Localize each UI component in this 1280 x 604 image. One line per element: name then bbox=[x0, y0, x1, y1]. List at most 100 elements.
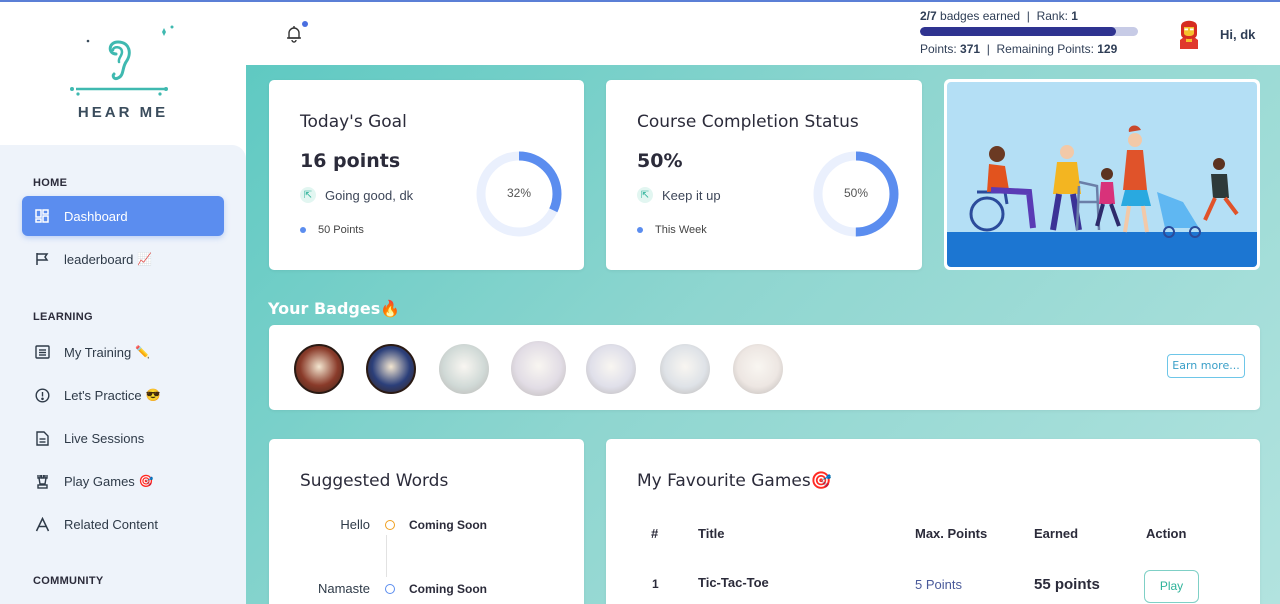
sunglasses-emoji-icon: 😎 bbox=[145, 388, 161, 402]
col-header-number: # bbox=[651, 526, 659, 541]
word-status: Coming Soon bbox=[409, 581, 487, 596]
badge-hawk[interactable] bbox=[660, 344, 710, 394]
legend-dot bbox=[300, 227, 306, 233]
timeline-dot bbox=[385, 583, 395, 594]
sidebar-item-label: Live Sessions bbox=[64, 430, 145, 446]
badge-eagle[interactable] bbox=[294, 344, 344, 394]
badge-owl-large[interactable] bbox=[511, 341, 566, 396]
sidebar-item-my-training[interactable]: My Training ✏️ bbox=[22, 332, 224, 372]
progress-stats: 2/7 badges earned | Rank: 1 Points: 371 … bbox=[920, 9, 1150, 56]
points-label: Points: bbox=[920, 42, 957, 56]
app-name: HEAR ME bbox=[77, 104, 169, 121]
list-icon bbox=[34, 344, 50, 360]
letter-a-icon bbox=[34, 516, 50, 532]
chess-rook-icon bbox=[34, 473, 50, 489]
word-row[interactable]: Namaste Coming Soon bbox=[304, 581, 487, 596]
timeline-line bbox=[386, 535, 387, 577]
badges-earned-text: badges earned bbox=[940, 9, 1021, 23]
section-home: HOME bbox=[33, 177, 68, 189]
section-learning: LEARNING bbox=[33, 311, 93, 323]
sidebar-nav: HOME Dashboard leaderboard 📈 LEARNING My… bbox=[0, 145, 246, 604]
card-title: Suggested Words bbox=[300, 471, 449, 491]
goal-donut: 32% bbox=[473, 148, 565, 240]
badge-owl-portrait[interactable] bbox=[586, 344, 636, 394]
badge-owl[interactable] bbox=[366, 344, 416, 394]
sidebar-item-lets-practice[interactable]: Let's Practice 😎 bbox=[22, 375, 224, 415]
game-earned-points: 55 points bbox=[1034, 576, 1100, 593]
inclusive-people-illustration bbox=[947, 82, 1257, 267]
card-title: Course Completion Status bbox=[637, 112, 859, 132]
suggested-words-card: Suggested Words Hello Coming Soon Namast… bbox=[269, 439, 584, 604]
progress-fill bbox=[920, 27, 1117, 36]
user-greeting: Hi, dk bbox=[1220, 27, 1256, 42]
sidebar-item-play-games[interactable]: Play Games 🎯 bbox=[22, 461, 224, 501]
badges-rank-line: 2/7 badges earned | Rank: 1 bbox=[920, 9, 1078, 23]
card-title: My Favourite Games🎯 bbox=[637, 471, 832, 491]
rank-label: Rank: bbox=[1036, 9, 1068, 23]
word-row[interactable]: Hello Coming Soon bbox=[304, 517, 487, 532]
word-status: Coming Soon bbox=[409, 517, 487, 532]
sidebar-item-live-sessions[interactable]: Live Sessions bbox=[22, 418, 224, 458]
points-line: Points: 371 | Remaining Points: 129 bbox=[920, 42, 1118, 56]
word-text: Namaste bbox=[317, 581, 370, 596]
completion-sub: This Week bbox=[637, 224, 707, 236]
completion-trend: ⇱ Keep it up bbox=[637, 187, 721, 203]
badge-phoenix[interactable] bbox=[733, 344, 783, 394]
notification-bell-icon[interactable] bbox=[284, 24, 304, 44]
course-completion-card: Course Completion Status 50% ⇱ Keep it up… bbox=[606, 80, 922, 270]
badges-title-text: Your Badges bbox=[268, 299, 381, 318]
app-logo[interactable]: HEAR ME bbox=[0, 2, 246, 145]
badges-progress-bar bbox=[920, 27, 1138, 36]
user-avatar[interactable] bbox=[1172, 16, 1206, 50]
document-icon bbox=[34, 430, 50, 446]
sidebar-item-leaderboard[interactable]: leaderboard 📈 bbox=[22, 239, 224, 279]
section-community: COMMUNITY bbox=[33, 575, 104, 587]
fire-emoji-icon: 🔥 bbox=[380, 299, 401, 318]
top-header: 2/7 badges earned | Rank: 1 Points: 371 … bbox=[246, 2, 1280, 65]
games-title-text: My Favourite Games bbox=[637, 471, 811, 491]
game-title[interactable]: Tic-Tac-Toe bbox=[698, 575, 769, 590]
completion-donut: 50% bbox=[810, 148, 902, 240]
rank-value: 1 bbox=[1071, 9, 1078, 23]
play-button[interactable]: Play bbox=[1144, 570, 1199, 603]
badges-section-title: Your Badges🔥 bbox=[268, 299, 400, 318]
main-content: Today's Goal 16 points ⇱ Going good, dk 5… bbox=[246, 65, 1280, 604]
sidebar-item-dashboard[interactable]: Dashboard bbox=[22, 196, 224, 236]
hero-illustration bbox=[944, 79, 1260, 270]
goal-percent: 32% bbox=[506, 186, 532, 200]
completion-percent: 50% bbox=[843, 186, 869, 200]
target-emoji-icon: 🎯 bbox=[810, 471, 832, 491]
alert-circle-icon bbox=[34, 387, 50, 403]
sidebar-item-related-content[interactable]: Related Content bbox=[22, 504, 224, 544]
sidebar-item-label: Related Content bbox=[64, 516, 158, 532]
sidebar-item-label: leaderboard bbox=[64, 251, 134, 267]
col-header-earned: Earned bbox=[1034, 526, 1079, 541]
completion-trend-text: Keep it up bbox=[662, 187, 721, 203]
goal-value: 16 points bbox=[300, 150, 401, 172]
goal-trend: ⇱ Going good, dk bbox=[300, 187, 413, 203]
notification-dot bbox=[302, 21, 308, 27]
game-max-points: 5 Points bbox=[915, 577, 962, 592]
goal-trend-text: Going good, dk bbox=[325, 187, 414, 203]
badge-falcon[interactable] bbox=[439, 344, 489, 394]
earn-more-button[interactable]: Earn more... bbox=[1167, 354, 1245, 378]
trend-arrow-icon: ⇱ bbox=[637, 187, 653, 203]
timeline-dot bbox=[385, 519, 395, 530]
favourite-games-card: My Favourite Games🎯 # Title Max. Points … bbox=[606, 439, 1260, 604]
card-title: Today's Goal bbox=[300, 112, 407, 132]
completion-sub-text: This Week bbox=[655, 224, 707, 236]
goal-sub: 50 Points bbox=[300, 224, 364, 236]
remaining-label: Remaining Points: bbox=[996, 42, 1094, 56]
pencil-emoji-icon: ✏️ bbox=[135, 345, 151, 359]
col-header-action: Action bbox=[1146, 526, 1187, 541]
legend-dot bbox=[637, 227, 643, 233]
sidebar-item-label: Play Games bbox=[64, 473, 135, 489]
sidebar-item-label: Let's Practice bbox=[64, 387, 142, 403]
todays-goal-card: Today's Goal 16 points ⇱ Going good, dk 5… bbox=[269, 80, 584, 270]
row-number: 1 bbox=[652, 577, 659, 591]
flag-icon bbox=[34, 251, 50, 267]
col-header-title: Title bbox=[698, 526, 725, 541]
completion-value: 50% bbox=[637, 150, 683, 172]
trend-arrow-icon: ⇱ bbox=[300, 187, 316, 203]
remaining-value: 129 bbox=[1097, 42, 1118, 56]
